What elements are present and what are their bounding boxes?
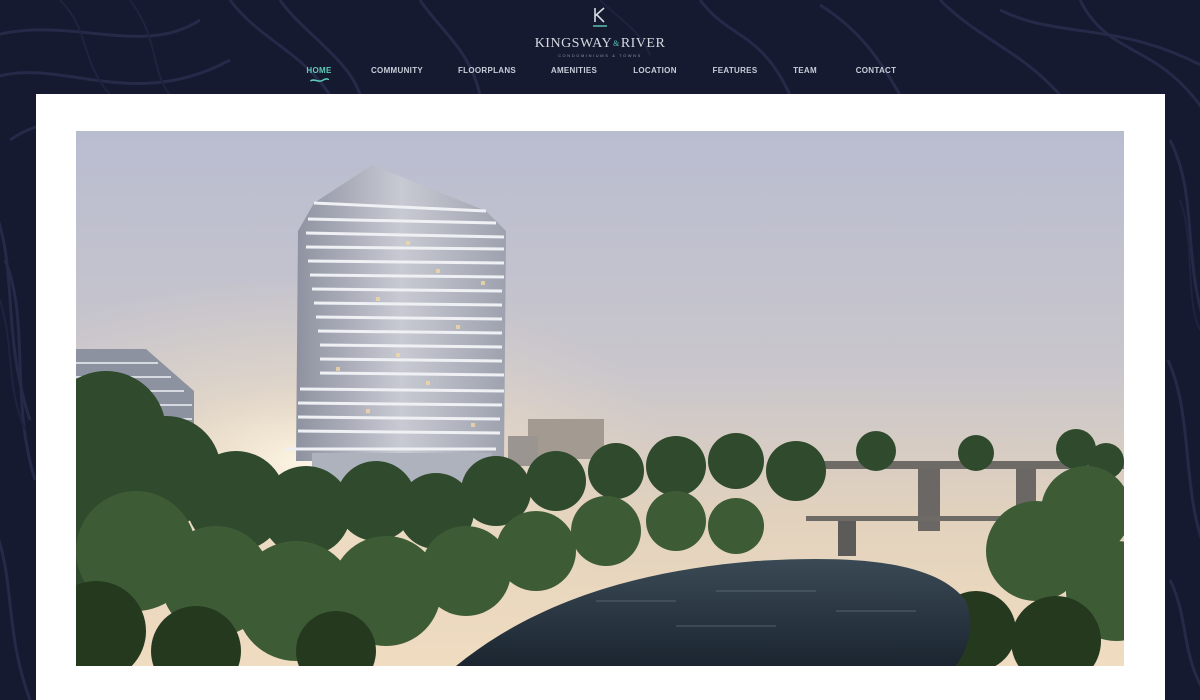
brand-name: KINGSWAY&RIVER — [500, 36, 700, 52]
main-navigation: HOME COMMUNITY FLOORPLANS AMENITIES LOCA… — [0, 62, 1200, 92]
hero-image — [76, 131, 1124, 666]
nav-item-floorplans[interactable]: FLOORPLANS — [458, 66, 516, 82]
wave-underline-icon — [309, 78, 329, 82]
brand-ampersand: & — [613, 39, 620, 48]
nav-item-location[interactable]: LOCATION — [633, 66, 677, 82]
site-logo[interactable]: KINGSWAY&RIVER CONDOMINIUMS & TOWNS — [500, 6, 700, 58]
nav-item-amenities[interactable]: AMENITIES — [551, 66, 597, 82]
content-panel — [36, 94, 1165, 700]
nav-item-contact[interactable]: CONTACT — [856, 66, 897, 82]
nav-item-team[interactable]: TEAM — [793, 66, 817, 82]
nav-item-community[interactable]: COMMUNITY — [371, 66, 423, 82]
brand-name-left: KINGSWAY — [534, 36, 613, 52]
nav-item-home[interactable]: HOME — [306, 66, 331, 82]
k-monogram-icon — [593, 7, 607, 27]
nav-item-home-label: HOME — [306, 66, 332, 75]
brand-name-right: RIVER — [620, 36, 666, 52]
brand-tagline: CONDOMINIUMS & TOWNS — [558, 53, 642, 58]
nav-item-features[interactable]: FEATURES — [713, 66, 758, 82]
